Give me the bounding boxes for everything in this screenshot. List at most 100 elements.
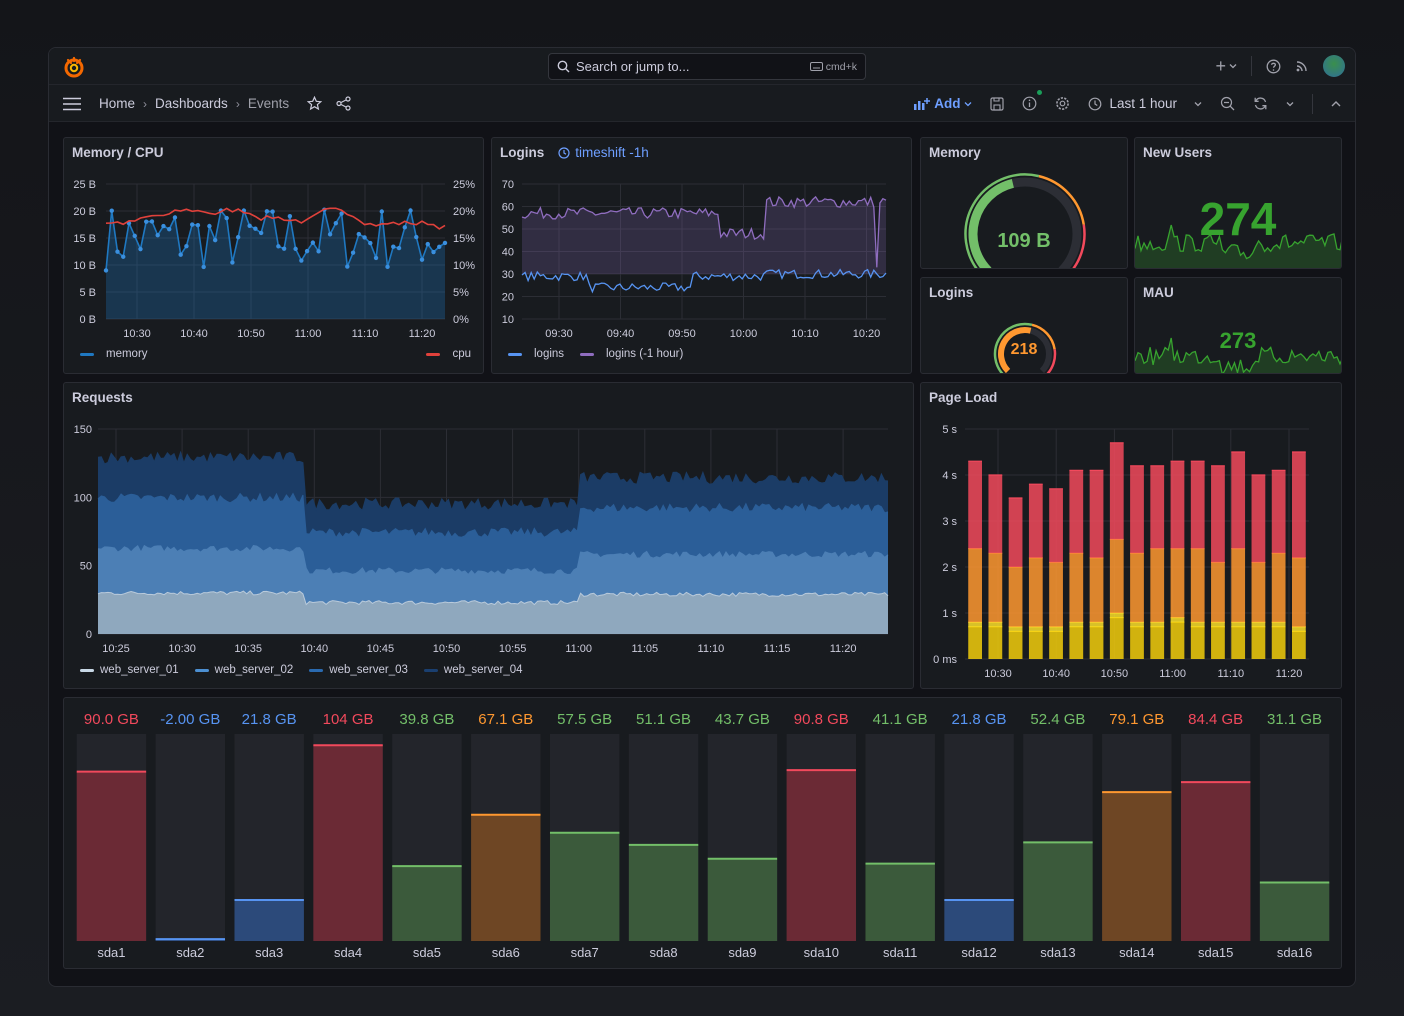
- y2-tick-label: 0%: [453, 314, 469, 326]
- memory-point: [144, 219, 149, 224]
- memory-point: [373, 255, 379, 261]
- memory-point: [109, 208, 114, 213]
- legend-item-memory[interactable]: memory: [80, 348, 148, 360]
- disk-name-label: sda4: [334, 945, 362, 960]
- news-feed-icon[interactable]: [1295, 59, 1309, 73]
- panel-page-load[interactable]: Page Load 5 s4 s3 s2 s1 s0 ms 10:30 10:40 1…: [920, 382, 1342, 689]
- collapse-chevron-up-icon[interactable]: [1331, 100, 1341, 108]
- panel-memory-gauge[interactable]: Memory 109 B: [920, 137, 1128, 269]
- breadcrumb-separator-icon: ›: [235, 96, 240, 111]
- memory-point: [212, 237, 218, 243]
- add-button-label: Add: [934, 96, 961, 111]
- panel-requests[interactable]: Requests 150 100 50 0 10:25 10:30 10:35 10:40 10…: [63, 382, 914, 689]
- search-input[interactable]: Search or jump to... cmd+k: [548, 53, 866, 80]
- new-button[interactable]: +: [1215, 56, 1237, 77]
- x-tick-label: 11:10: [352, 328, 379, 340]
- x-tick-label: 11:05: [631, 643, 658, 655]
- legend-item-cpu[interactable]: cpu: [426, 348, 471, 360]
- grafana-logo-icon[interactable]: [63, 56, 85, 78]
- x-tick-label: 10:35: [234, 643, 262, 655]
- memory-point: [138, 246, 143, 252]
- memory-point: [345, 264, 350, 269]
- page-load-bar-segment: [1069, 553, 1084, 623]
- page-load-bar-segment: [1211, 465, 1225, 563]
- help-icon[interactable]: [1266, 59, 1281, 74]
- x-tick-label: 09:40: [607, 328, 635, 340]
- legend-item-logins-shifted[interactable]: logins (-1 hour): [580, 348, 683, 360]
- page-load-bar-segment: [1251, 475, 1266, 563]
- page-load-bar-segment: [1069, 470, 1084, 554]
- legend-item-web-server-03[interactable]: web_server_03: [309, 664, 408, 676]
- settings-gear-icon[interactable]: [1055, 96, 1070, 111]
- user-avatar[interactable]: [1323, 55, 1345, 77]
- disk-bar-sda13: [1023, 842, 1093, 941]
- save-icon[interactable]: [990, 96, 1005, 111]
- page-load-bar-segment: [1130, 553, 1144, 623]
- dashboard-insights-button[interactable]: [1022, 90, 1043, 111]
- legend-swatch: [80, 668, 94, 672]
- x-tick-label: 11:10: [698, 643, 725, 655]
- top-right-actions: +: [1215, 55, 1345, 77]
- x-tick-label: 11:10: [1217, 668, 1244, 680]
- disk-name-label: sda10: [804, 945, 839, 960]
- panel-memory-cpu[interactable]: Memory / CPU 25 B 25% 20 B 20% 15 B 15% 10 B 10…: [63, 137, 484, 374]
- y-tick-label: 10: [502, 314, 514, 326]
- refresh-icon[interactable]: [1253, 96, 1268, 111]
- memory-point: [230, 260, 235, 265]
- memory-point: [333, 220, 339, 226]
- page-load-bar-segment: [1170, 617, 1185, 623]
- time-range-picker[interactable]: Last 1 hour: [1088, 96, 1202, 111]
- legend-item-logins[interactable]: logins: [508, 348, 564, 360]
- refresh-interval-chevron-icon[interactable]: [1286, 100, 1294, 108]
- disk-value-label: 67.1 GB: [478, 711, 533, 728]
- page-load-bar-segment: [1049, 562, 1063, 627]
- panel-disk-usage[interactable]: 90.0 GB sda1 -2.00 GB sda2 21.8 GB sda3 104 GB…: [63, 697, 1342, 969]
- panel-mau[interactable]: MAU 273: [1134, 277, 1342, 374]
- memory-point: [408, 208, 413, 213]
- panel-new-users[interactable]: New Users 274: [1134, 137, 1342, 269]
- legend-item-web-server-01[interactable]: web_server_01: [80, 664, 179, 676]
- panel-logins-timeseries[interactable]: Logins timeshift -1h 70 60 50 40 30 20 10 09:30…: [491, 137, 912, 374]
- notification-dot: [1037, 90, 1043, 95]
- memory-point: [442, 240, 448, 246]
- legend-label: memory: [106, 348, 148, 360]
- y-tick-label: 40: [502, 247, 514, 259]
- disk-value-label: 21.8 GB: [952, 711, 1007, 728]
- breadcrumb-home[interactable]: Home: [99, 96, 135, 111]
- legend-item-web-server-04[interactable]: web_server_04: [423, 664, 523, 676]
- disk-name-label: sda8: [649, 945, 677, 960]
- page-load-bar-segment: [1109, 539, 1124, 613]
- add-button[interactable]: Add: [914, 96, 972, 111]
- legend-item-web-server-02[interactable]: web_server_02: [194, 664, 293, 676]
- legend-label: web_server_01: [100, 664, 179, 676]
- y-tick-label: 20 B: [73, 206, 96, 218]
- disk-value-label: 79.1 GB: [1109, 711, 1164, 728]
- memory-point: [161, 223, 166, 229]
- menu-icon[interactable]: [63, 97, 81, 111]
- x-tick-label: 10:30: [123, 328, 151, 340]
- x-tick-label: 11:00: [565, 643, 592, 655]
- panel-logins-gauge[interactable]: Logins 218: [920, 277, 1128, 374]
- legend-label: logins (-1 hour): [606, 348, 684, 360]
- disk-bar-sda12: [944, 899, 1014, 941]
- disk-usage-bar-gauge: 90.0 GB sda1 -2.00 GB sda2 21.8 GB sda3 104 GB…: [76, 711, 1330, 960]
- memory-point: [414, 234, 419, 240]
- disk-name-label: sda12: [961, 945, 996, 960]
- x-tick-label: 10:10: [791, 328, 819, 340]
- share-icon[interactable]: [336, 96, 351, 111]
- mau-sparkline: [1135, 337, 1341, 373]
- memory-point: [431, 249, 436, 255]
- memory-point: [316, 249, 321, 254]
- breadcrumb-dashboards[interactable]: Dashboards: [155, 96, 228, 111]
- page-load-bar-segment: [968, 622, 982, 627]
- y2-tick-label: 20%: [453, 206, 475, 218]
- search-placeholder: Search or jump to...: [576, 59, 690, 74]
- search-shortcut: cmd+k: [809, 61, 857, 73]
- y-tick-label: 70: [502, 179, 514, 191]
- page-load-bar-segment: [1170, 548, 1185, 618]
- zoom-out-icon[interactable]: [1220, 96, 1235, 111]
- star-icon[interactable]: [307, 96, 323, 111]
- disk-bar-sda9: [707, 858, 778, 941]
- disk-value-label: 84.4 GB: [1188, 711, 1243, 728]
- page-load-bar-segment: [968, 626, 982, 659]
